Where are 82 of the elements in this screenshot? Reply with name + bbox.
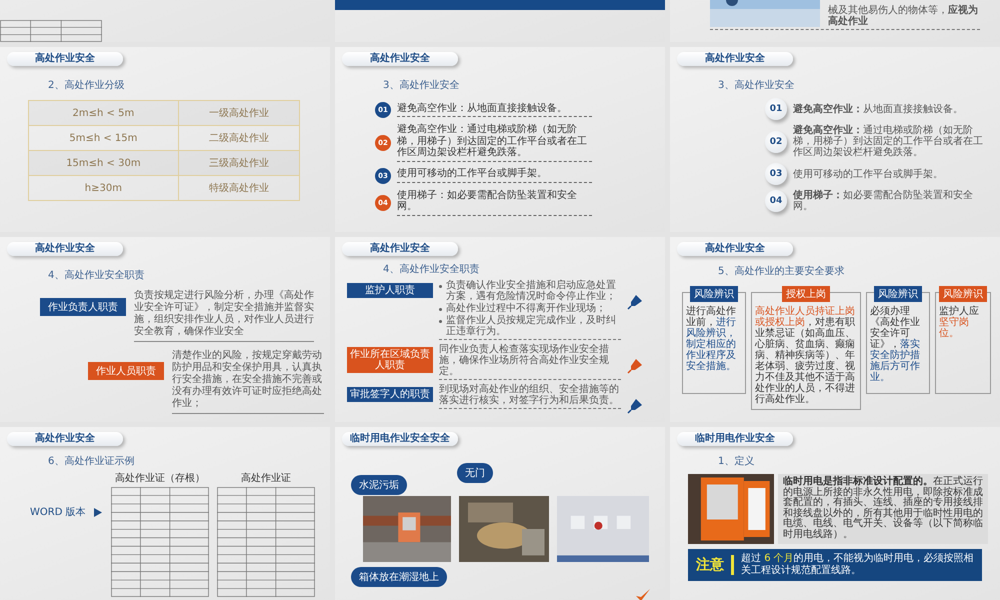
form-title: 高处作业证 (241, 472, 291, 485)
step-text: 避免高空作业：从地面直接接触设备。 (793, 104, 964, 114)
role-label: 作业所在区域负责人职责 (347, 347, 433, 373)
step-text: 使用梯子：如必要需配合防坠装置和安全网。 (793, 190, 974, 212)
version-label: WORD 版本 (30, 506, 86, 519)
number-badge: 02 (765, 130, 787, 152)
section-heading: 4、高处作业安全职责 (48, 268, 144, 282)
section-heading: 5、高处作业的主要安全要求 (718, 264, 844, 278)
step-text: 使用梯子：如必要需配合防坠装置和安全网。 (397, 190, 592, 216)
duty-text: 负责确认作业安全措施和启动应急处置方案，遇有危险情况时命令停止作业； (446, 280, 617, 302)
duty-text: 负责按规定进行风险分析，办理《高处作业安全许可证》，制定安全措施并监督实施，组织安排作业人员，对作业人员进行安全教育，确保作业安全 (134, 290, 314, 342)
play-icon (94, 508, 102, 516)
section-heading: 3、高处作业安全 (718, 78, 794, 92)
pen-icon (627, 294, 643, 310)
note-label: 注意 (696, 556, 724, 574)
step-text: 使用可移动的工作平台或脚手架。 (793, 168, 944, 180)
number-badge: 01 (765, 98, 787, 120)
duty-text: 高处作业过程中不得离开作业现场； (446, 303, 606, 314)
step-text: 避免高空作业：从地面直接接触设备。 (397, 102, 592, 118)
table-cell: h≥30m (28, 176, 178, 200)
role-label: 监护人职责 (347, 283, 433, 298)
bullet-dot (439, 285, 442, 288)
table-cell: 2m≤h < 5m (28, 100, 178, 126)
slide[interactable]: 临时用电作业安全 1、定义 临时用电是指非标准设计配置的。在正式运行的电源上所接的非永久性用电，即除按标准成套配置的，有插头、连线、插座的专用接线排和接线盘以外的，所有其他用于临时性用电的电缆、电线、电气开关、设备等（以下简称临时用电线路）。 注意 超过 6 个月的用电，不能视为临时用电，必须按照相关工程设计规范配置线路。 (670, 427, 1000, 600)
card-tab: 风险辨识 (939, 286, 987, 302)
note-text: 超过 6 个月的用电，不能视为临时用电，必须按照相关工程设计规范配置线路。 (741, 553, 974, 577)
callout: 水泥污垢 (351, 475, 407, 495)
section-heading: 1、定义 (718, 454, 754, 468)
section-heading: 3、高处作业安全 (383, 78, 460, 92)
table-cell: 特级高处作业 (178, 176, 300, 200)
slide[interactable]: 高处作业安全 6、高处作业证示例 WORD 版本 高处作业证（存根） 高处作业证 (0, 427, 330, 600)
card-tab: 授权上岗 (782, 286, 830, 302)
slide-title: 临时用电作业安全安全 (342, 432, 458, 446)
role-label: 作业负责人职责 (40, 298, 126, 316)
definition-text: 临时用电是指非标准设计配置的。在正式运行的电源上所接的非永久性用电，即除按标准成套配置的，有插头、连线、插座的专用接线排和接线盘以外的，所有其他用于临时性用电的电缆、电线、电气开关、设备等（以下简称临时用电线路）。 (778, 474, 988, 544)
table-cell: 5m≤h < 15m (28, 126, 178, 150)
role-label: 审批签字人的职责 (347, 387, 433, 402)
duty-text: 同作业负责人检查落实现场作业安全措施，确保作业场所符合高处作业安全规定。 (439, 344, 610, 377)
table-cell: 二级高处作业 (178, 126, 300, 150)
slide[interactable]: 高处作业安全 5、高处作业的主要安全要求 风险辨识 进行高处作业前，进行风险辨识，制定相应的作业程序及安全措施。 授权上岗 高处作业人员持证上岗或授权上岗，对患有职业禁忌证（如高血压、心脏病、贫血病、癫痫病、精神疾病等）、年老体弱、疲劳过度、视力不佳及其他不适于高处作业的人员，不得进行高处作业。 风险辨识 必须办理《高处作业安全许可证》，落实安全防护措施后方可作业。 风险辨识 监护人应坚守岗位。 (670, 237, 1000, 422)
duty-text: 监督作业人员按规定完成作业，及时纠正违章行为。 (446, 315, 617, 337)
role-label: 作业人员职责 (88, 362, 164, 380)
number-badge: 04 (765, 190, 787, 212)
slide[interactable]: 高处作业安全 2、高处作业分级 2m≤h < 5m 一级高处作业 5m≤h < 15m 二级高处作业 15m≤h < 30m 三级高处作业 h≥30m 特级高处作业 (0, 47, 330, 232)
form-title: 高处作业证（存根） (115, 472, 205, 485)
slide-title: 临时用电作业安全 (677, 432, 793, 446)
slide-title: 高处作业安全 (7, 52, 123, 66)
section-heading: 2、高处作业分级 (48, 78, 124, 92)
callout: 箱体放在潮湿地上 (351, 567, 447, 587)
card-text: 监护人应坚守岗位。 (938, 304, 980, 341)
table-cell: 一级高处作业 (178, 100, 300, 126)
duty-text: 清楚作业的风险，按规定穿戴劳动防护用品和安全保护用具，认真执行安全措施，在安全措施不完善或没有办理有效许可证时应拒绝高处作业； (172, 350, 324, 414)
step-text: 避免高空作业：通过电梯或阶梯（如无阶梯，用梯子）到达固定的工作平台或者在工作区周边架设栏杆避免跌落。 (793, 125, 984, 158)
slide[interactable]: 高处作业安全 3、高处作业安全 01 避免高空作业：从地面直接接触设备。 02 避免高空作业：通过电梯或阶梯（如无阶梯，用梯子）到达固定的工作平台或者在工作区周边架设栏杆避免跌落。 03 使用可移动的工作平台或脚手架。 04 使用梯子：如必要需配合防坠装置和安全网。 (670, 47, 1000, 232)
callout: 无门 (457, 463, 493, 483)
body-text: 械及其他易伤人的物体等，应视为高处作业 (828, 5, 978, 27)
slide[interactable]: 临时用电作业安全安全 水泥污垢 无门 箱体放在潮湿地上 (335, 427, 665, 600)
slide-title: 高处作业安全 (677, 52, 793, 66)
slide-title: 高处作业安全 (342, 242, 458, 256)
step-text: 避免高空作业：通过电梯或阶梯（如无阶梯，用梯子）到达固定的工作平台或者在工作区周边架设栏杆避免跌落。 (397, 124, 592, 162)
slide-title: 高处作业安全 (7, 242, 123, 256)
pen-icon (627, 358, 643, 374)
slide-title: 高处作业安全 (677, 242, 793, 256)
number-badge: 03 (765, 163, 787, 185)
card-tab: 风险辨识 (874, 286, 922, 302)
card-text: 必须办理《高处作业安全许可证》，落实安全防护措施后方可作业。 (869, 304, 921, 385)
slide-title: 高处作业安全 (342, 52, 458, 66)
step-text: 使用可移动的工作平台或脚手架。 (397, 168, 592, 183)
card-text: 进行高处作业前，进行风险辨识，制定相应的作业程序及安全措施。 (685, 304, 737, 374)
card-text: 高处作业人员持证上岗或授权上岗，对患有职业禁忌证（如高血压、心脏病、贫血病、癫痫病、精神疾病等）、年老体弱、疲劳过度、视力不佳及其他不适于高处作业的人员，不得进行高处作业。 (754, 304, 856, 407)
pen-icon (627, 398, 643, 414)
table-cell: 15m≤h < 30m (28, 150, 178, 176)
slide[interactable]: 高处作业安全 4、高处作业安全职责 作业负责人职责 负责按规定进行风险分析，办理《高处作业安全许可证》，制定安全措施并监督实施，组织安排作业人员，对作业人员进行安全教育，确保作业安全 作业人员职责 清楚作业的风险，按规定穿戴劳动防护用品和安全保护用具，认真执行安全措施，在安全措施不完善或没有办理有效许可证时应拒绝高处作业； (0, 237, 330, 422)
check-icon (635, 588, 651, 600)
slide-title: 高处作业安全 (7, 432, 123, 446)
card-tab: 风险辨识 (690, 286, 738, 302)
table-cell: 三级高处作业 (178, 150, 300, 176)
section-heading: 6、高处作业证示例 (48, 454, 134, 468)
section-heading: 4、高处作业安全职责 (383, 262, 480, 276)
bullet-dot (439, 308, 442, 311)
duty-text: 到现场对高处作业的组织、安全措施等的落实进行核实，对签字行为和后果负责。 (439, 384, 620, 406)
bullet-dot (439, 320, 442, 323)
